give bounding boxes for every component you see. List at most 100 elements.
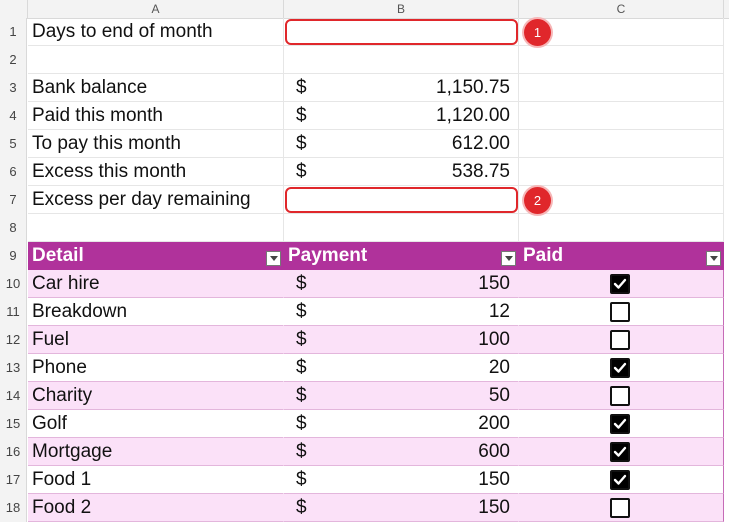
cell-a[interactable]: Days to end of month — [28, 18, 284, 46]
paid-cell[interactable] — [519, 494, 724, 522]
cell-a[interactable] — [28, 46, 284, 74]
table-row: 10 Car hire $150 — [0, 270, 729, 298]
paid-cell[interactable] — [519, 410, 724, 438]
cell-c[interactable] — [519, 214, 724, 242]
row-number[interactable]: 15 — [0, 410, 27, 438]
payment-value: 50 — [488, 385, 510, 406]
payment-cell[interactable]: $150 — [284, 466, 519, 494]
row-number[interactable]: 8 — [0, 214, 27, 242]
cell-a[interactable]: To pay this month — [28, 130, 284, 158]
cell-c[interactable] — [519, 158, 724, 186]
cell-b[interactable]: $612.00 — [284, 130, 519, 158]
sheet-row: 4 Paid this month $1,120.00 — [0, 102, 729, 130]
payment-value: 20 — [488, 357, 510, 378]
paid-checkbox[interactable] — [610, 498, 630, 518]
detail-cell[interactable]: Charity — [28, 382, 284, 410]
paid-cell[interactable] — [519, 354, 724, 382]
cell-a[interactable]: Excess this month — [28, 158, 284, 186]
column-header-a[interactable]: A — [28, 0, 284, 18]
payment-cell[interactable]: $50 — [284, 382, 519, 410]
cell-b[interactable] — [284, 46, 519, 74]
column-header-b[interactable]: B — [284, 0, 519, 18]
filter-dropdown-icon[interactable] — [501, 251, 516, 266]
cell-a[interactable] — [28, 214, 284, 242]
payment-cell[interactable]: $150 — [284, 270, 519, 298]
row-number[interactable]: 12 — [0, 326, 27, 354]
cell-a[interactable]: Excess per day remaining — [28, 186, 284, 214]
payment-cell[interactable]: $600 — [284, 438, 519, 466]
check-icon — [613, 418, 627, 429]
paid-checkbox[interactable] — [610, 330, 630, 350]
highlighted-input-cell[interactable] — [285, 187, 518, 213]
paid-header[interactable]: Paid — [519, 242, 724, 270]
highlighted-input-cell[interactable] — [285, 19, 518, 45]
spreadsheet-grid: A B C 1 Days to end of month 2 3 Bank balanc… — [0, 0, 729, 529]
payment-cell[interactable]: $12 — [284, 298, 519, 326]
paid-cell[interactable] — [519, 382, 724, 410]
cell-c[interactable] — [519, 130, 724, 158]
row-number[interactable]: 4 — [0, 102, 27, 130]
detail-cell[interactable]: Mortgage — [28, 438, 284, 466]
row-number[interactable]: 14 — [0, 382, 27, 410]
paid-cell[interactable] — [519, 270, 724, 298]
row-number[interactable]: 18 — [0, 494, 27, 522]
paid-checkbox[interactable] — [610, 386, 630, 406]
cell-b[interactable]: $538.75 — [284, 158, 519, 186]
detail-cell[interactable]: Phone — [28, 354, 284, 382]
detail-cell[interactable]: Golf — [28, 410, 284, 438]
paid-cell[interactable] — [519, 298, 724, 326]
paid-checkbox[interactable] — [610, 358, 630, 378]
detail-cell[interactable]: Fuel — [28, 326, 284, 354]
filter-dropdown-icon[interactable] — [266, 251, 281, 266]
payment-cell[interactable]: $20 — [284, 354, 519, 382]
paid-cell[interactable] — [519, 326, 724, 354]
cell-c[interactable] — [519, 74, 724, 102]
row-number[interactable]: 5 — [0, 130, 27, 158]
paid-checkbox[interactable] — [610, 442, 630, 462]
row-number[interactable]: 3 — [0, 74, 27, 102]
paid-checkbox[interactable] — [610, 302, 630, 322]
payment-cell[interactable]: $150 — [284, 494, 519, 522]
currency-symbol: $ — [296, 273, 307, 294]
currency-symbol: $ — [296, 329, 307, 350]
detail-header[interactable]: Detail — [28, 242, 284, 270]
detail-cell[interactable]: Food 1 — [28, 466, 284, 494]
row-number[interactable]: 1 — [0, 18, 27, 46]
payment-value: 100 — [478, 329, 510, 350]
row-number[interactable]: 7 — [0, 186, 27, 214]
payment-cell[interactable]: $200 — [284, 410, 519, 438]
payment-header[interactable]: Payment — [284, 242, 519, 270]
cell-c[interactable] — [519, 46, 724, 74]
currency-symbol: $ — [296, 413, 307, 434]
cell-b[interactable]: $1,120.00 — [284, 102, 519, 130]
row-number[interactable]: 9 — [0, 242, 27, 270]
filter-dropdown-icon[interactable] — [706, 251, 721, 266]
cell-a[interactable]: Bank balance — [28, 74, 284, 102]
payment-cell[interactable]: $100 — [284, 326, 519, 354]
payment-value: 150 — [478, 469, 510, 490]
select-all-corner[interactable] — [0, 0, 28, 18]
detail-cell[interactable]: Breakdown — [28, 298, 284, 326]
row-number[interactable]: 11 — [0, 298, 27, 326]
row-number[interactable]: 16 — [0, 438, 27, 466]
paid-checkbox[interactable] — [610, 470, 630, 490]
row-number[interactable]: 2 — [0, 46, 27, 74]
detail-cell[interactable]: Car hire — [28, 270, 284, 298]
amount-value: 1,120.00 — [436, 105, 510, 126]
detail-cell[interactable]: Food 2 — [28, 494, 284, 522]
paid-checkbox[interactable] — [610, 274, 630, 294]
row-number[interactable]: 17 — [0, 466, 27, 494]
row-number[interactable]: 10 — [0, 270, 27, 298]
paid-cell[interactable] — [519, 466, 724, 494]
paid-checkbox[interactable] — [610, 414, 630, 434]
amount-value: 538.75 — [451, 161, 510, 182]
paid-cell[interactable] — [519, 438, 724, 466]
payment-value: 150 — [478, 273, 510, 294]
column-header-c[interactable]: C — [519, 0, 724, 18]
row-number[interactable]: 13 — [0, 354, 27, 382]
cell-b[interactable] — [284, 214, 519, 242]
cell-c[interactable] — [519, 102, 724, 130]
cell-b[interactable]: $1,150.75 — [284, 74, 519, 102]
cell-a[interactable]: Paid this month — [28, 102, 284, 130]
row-number[interactable]: 6 — [0, 158, 27, 186]
